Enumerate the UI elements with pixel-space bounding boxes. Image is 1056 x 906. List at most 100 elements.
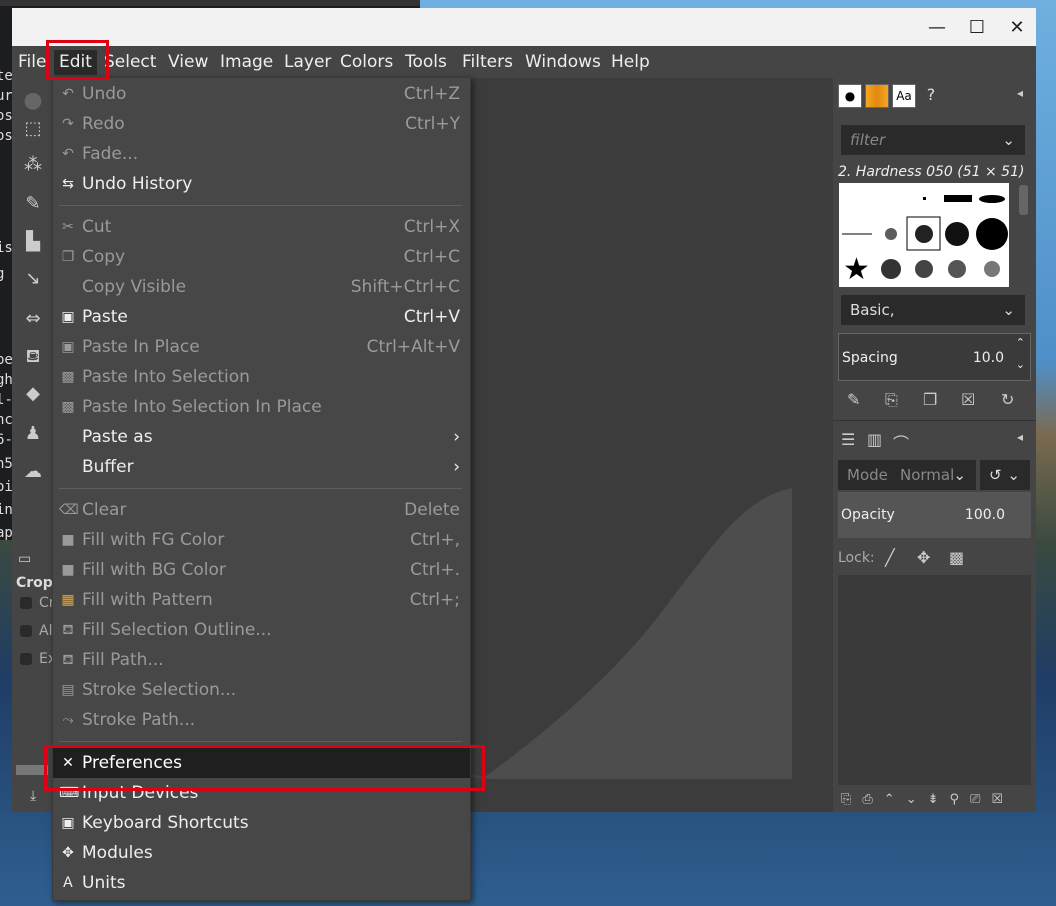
eraser-icon[interactable]: ◆: [22, 383, 44, 405]
lock-alpha-icon[interactable]: ▩: [949, 548, 964, 567]
menu-item-fill-with-fg-color[interactable]: ■ Fill with FG Color Ctrl+,: [53, 525, 470, 555]
menu-item-fill-with-pattern[interactable]: ▦ Fill with Pattern Ctrl+;: [53, 585, 470, 615]
delete-brush-icon[interactable]: ☒: [961, 390, 975, 409]
clone-icon[interactable]: ♟: [22, 423, 44, 445]
right-dock: ● Aa ? ◂ filter ⌄ 2. Hardness 050 (51 × 5…: [833, 78, 1036, 812]
panel-menu-icon[interactable]: ◂: [1017, 430, 1023, 444]
spin-up-icon[interactable]: ⌃: [1016, 336, 1025, 349]
menu-item-shortcut: Delete: [404, 500, 460, 520]
layer-actions-icons[interactable]: ⎘⎙⌃⌄⇟⚲⎚☒: [841, 792, 1014, 807]
menu-item-paste-into-selection-in-place[interactable]: ▩ Paste Into Selection In Place: [53, 392, 470, 422]
menu-item-paste-in-place[interactable]: ▣ Paste In Place Ctrl+Alt+V: [53, 332, 470, 362]
composite-mode-dropdown[interactable]: ↺ ⌄: [980, 460, 1030, 490]
svg-text:★: ★: [843, 252, 870, 287]
terminal-line: oi: [0, 479, 13, 495]
lock-position-icon[interactable]: ✥: [917, 548, 930, 567]
flip-icon[interactable]: ⇔: [22, 308, 44, 330]
brush-grid[interactable]: ★: [839, 183, 1029, 287]
refresh-icon[interactable]: ↻: [1001, 390, 1014, 409]
menu-item-fade[interactable]: ↶ Fade...: [53, 139, 470, 169]
menu-colors[interactable]: Colors: [335, 50, 398, 75]
menu-item-label: Copy: [82, 247, 126, 267]
menu-item-undo[interactable]: ↶ Undo Ctrl+Z: [53, 79, 470, 109]
menu-item-buffer[interactable]: Buffer ›: [53, 452, 470, 482]
tool-options-tab-icon[interactable]: ▭: [18, 551, 31, 567]
option-checkbox[interactable]: [20, 597, 32, 609]
menu-item-undo-history[interactable]: ⇆ Undo History: [53, 169, 470, 199]
layers-list[interactable]: [838, 575, 1031, 785]
menu-item-label: Undo History: [82, 174, 193, 194]
menu-item-paste[interactable]: ▣ Paste Ctrl+V: [53, 302, 470, 332]
menu-windows[interactable]: Windows: [520, 50, 606, 75]
minimize-button[interactable]: —: [925, 16, 949, 40]
brush-filter-input[interactable]: filter ⌄: [841, 125, 1025, 155]
align-icon[interactable]: ▙: [22, 231, 44, 253]
spin-down-icon[interactable]: ⌄: [1016, 358, 1025, 371]
move-icon[interactable]: ↘: [22, 268, 44, 290]
color-picker-icon[interactable]: ✎: [22, 193, 44, 215]
brush-tag-dropdown[interactable]: Basic, ⌄: [841, 295, 1025, 325]
menu-item-shortcut: Ctrl+,: [410, 530, 460, 550]
menu-help[interactable]: Help: [606, 50, 655, 75]
redo-icon: ↷: [62, 116, 74, 132]
menu-item-label: Copy Visible: [82, 277, 187, 297]
menu-tools[interactable]: Tools: [400, 50, 452, 75]
maximize-button[interactable]: ☐: [965, 16, 989, 40]
menu-item-keyboard-shortcuts[interactable]: ▣ Keyboard Shortcuts: [53, 808, 470, 838]
smudge-icon[interactable]: ☁: [22, 461, 44, 483]
layers-tab-icon[interactable]: ☰: [841, 430, 855, 449]
menu-image[interactable]: Image: [215, 50, 278, 75]
menu-item-redo[interactable]: ↷ Redo Ctrl+Y: [53, 109, 470, 139]
fuzzy-select-icon[interactable]: ⁂: [22, 154, 44, 176]
menu-item-fill-selection-outline[interactable]: ⛾ Fill Selection Outline...: [53, 615, 470, 645]
menu-item-paste-into-selection[interactable]: ▩ Paste Into Selection: [53, 362, 470, 392]
paste-in-place-icon: ▣: [61, 339, 75, 355]
paste-icon: ▣: [61, 309, 75, 325]
menu-item-label: Units: [82, 873, 126, 893]
help-icon[interactable]: ?: [919, 84, 943, 108]
brushes-tab[interactable]: ●: [838, 84, 862, 108]
spacing-value: 10.0: [972, 350, 1004, 366]
bucket-fill-icon[interactable]: ⛾: [22, 346, 44, 368]
menu-item-copy-visible[interactable]: Copy Visible Shift+Ctrl+C: [53, 272, 470, 302]
fonts-tab[interactable]: Aa: [892, 84, 916, 108]
menu-item-stroke-selection[interactable]: ▤ Stroke Selection...: [53, 675, 470, 705]
paste-into-icon: ▩: [61, 369, 75, 385]
menu-item-clear[interactable]: ⌫ Clear Delete: [53, 495, 470, 525]
submenu-arrow-icon: ›: [453, 427, 460, 447]
option-checkbox[interactable]: [20, 625, 32, 637]
paths-tab-icon[interactable]: ⌒: [893, 430, 909, 454]
patterns-tab[interactable]: [865, 84, 889, 108]
menu-view[interactable]: View: [163, 50, 213, 75]
lock-label: Lock:: [838, 550, 875, 566]
menu-filters[interactable]: Filters: [457, 50, 518, 75]
menu-item-copy[interactable]: ❐ Copy Ctrl+C: [53, 242, 470, 272]
menu-item-fill-path[interactable]: ⛾ Fill Path...: [53, 645, 470, 675]
menu-item-units[interactable]: Ａ Units: [53, 868, 470, 898]
duplicate-brush-icon[interactable]: ❐: [923, 390, 937, 409]
new-brush-icon[interactable]: ⎘: [885, 390, 898, 410]
panel-menu-icon[interactable]: ◂: [1017, 86, 1023, 100]
rect-select-icon[interactable]: ⬚: [22, 118, 44, 140]
terminal-line: te: [0, 68, 13, 84]
menu-item-fill-with-bg-color[interactable]: ■ Fill with BG Color Ctrl+.: [53, 555, 470, 585]
menu-item-cut[interactable]: ✂ Cut Ctrl+X: [53, 212, 470, 242]
save-options-icon[interactable]: ⤓: [30, 788, 36, 804]
foreground-background-icon[interactable]: ●: [22, 90, 44, 112]
menu-item-paste-as[interactable]: Paste as ›: [53, 422, 470, 452]
edit-brush-icon[interactable]: ✎: [847, 390, 860, 409]
option-checkbox[interactable]: [20, 653, 32, 665]
menu-item-modules[interactable]: ✥ Modules: [53, 838, 470, 868]
terminal-line: os: [0, 128, 13, 144]
menu-item-stroke-path[interactable]: ⤳ Stroke Path...: [53, 705, 470, 735]
spacing-spinner[interactable]: Spacing 10.0 ⌃ ⌄: [838, 333, 1031, 381]
opacity-spinner[interactable]: Opacity 100.0: [838, 492, 1031, 538]
toolbox: ● ⬚ ⁂ ✎ ▙ ↘ ⇔ ⛾ ◆ ♟ ☁: [12, 78, 52, 548]
menu-layer[interactable]: Layer: [279, 50, 336, 75]
panel-divider[interactable]: [833, 420, 1036, 421]
selected-brush-label: 2. Hardness 050 (51 × 51): [838, 164, 1025, 180]
lock-pixels-icon[interactable]: ╱: [885, 548, 895, 567]
layer-mode-dropdown[interactable]: Mode Normal ⌄: [838, 460, 976, 490]
close-button[interactable]: ✕: [1005, 16, 1029, 40]
channels-tab-icon[interactable]: ▥: [867, 430, 882, 449]
